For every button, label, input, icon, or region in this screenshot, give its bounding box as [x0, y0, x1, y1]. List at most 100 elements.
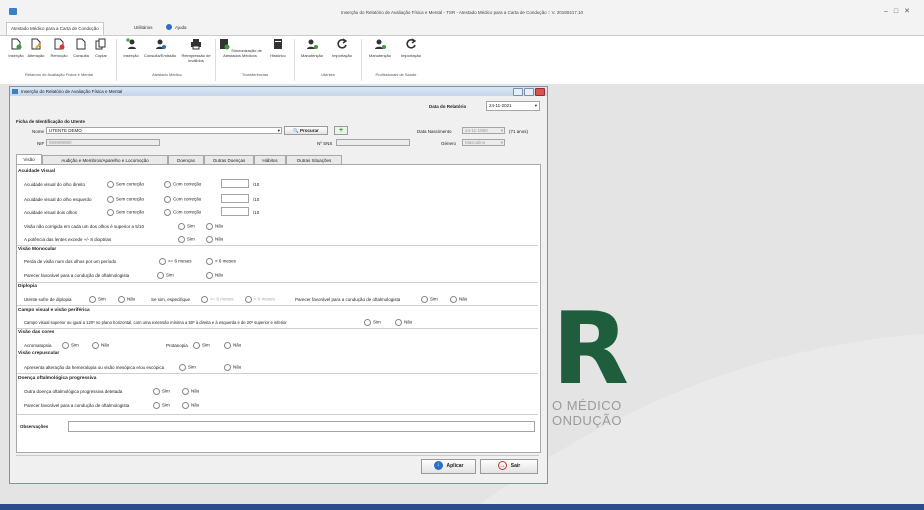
tab-visao[interactable]: Visão: [16, 154, 42, 164]
diplopia-sim-radio[interactable]: Sim: [89, 296, 106, 303]
observacoes-field[interactable]: [68, 421, 535, 432]
diplopia-parecer-sim-radio[interactable]: Sim: [421, 296, 438, 303]
progressiva-sim-radio[interactable]: Sim: [153, 388, 170, 395]
minimize-icon[interactable]: –: [884, 8, 894, 15]
data-relatorio-field[interactable]: 24-11-2021 ▾: [486, 101, 540, 111]
diplopia-nao-radio[interactable]: Não: [118, 296, 135, 303]
history-server-icon: [274, 39, 282, 49]
direito-com-correcao-radio[interactable]: Com correção: [164, 181, 201, 188]
close-icon[interactable]: ✕: [904, 8, 916, 15]
import-arrow-icon: [406, 38, 417, 49]
section-divider: [17, 282, 538, 283]
progressiva-parecer-nao-radio[interactable]: Não: [182, 402, 199, 409]
ribbon-tab-utilitarios[interactable]: Utilitários: [134, 25, 153, 30]
section-divider: [17, 245, 538, 246]
nome-dropdown-icon[interactable]: ▾: [278, 128, 280, 134]
sair-button[interactable]: → Sair: [480, 459, 538, 474]
observacoes-label: Observações: [20, 424, 49, 429]
aplicar-button[interactable]: ↓ Aplicar: [421, 459, 476, 474]
progressiva-parecer-sim-radio[interactable]: Sim: [153, 402, 170, 409]
acuidade-direito-label: Acuidade visual do olho direito: [24, 182, 86, 187]
monocular-parecer-sim-radio[interactable]: Sim: [157, 272, 174, 279]
manutencao-profissionais-button[interactable]: Manutenção: [366, 38, 394, 58]
unit-label: /10: [253, 182, 260, 187]
group-label-utentes: Utentes: [321, 72, 335, 77]
tab-outras-situacoes[interactable]: Outras Situações: [286, 155, 342, 164]
copiar-button[interactable]: Copiar: [93, 38, 109, 58]
consulta-emissao-button[interactable]: Consulta/Emissão: [142, 38, 178, 58]
dois-sem-correcao-radio[interactable]: Sem correção: [107, 209, 144, 216]
campo-nao-radio[interactable]: Não: [395, 319, 412, 326]
monocular-parecer-nao-radio[interactable]: Não: [206, 272, 223, 279]
ribbon-tab-atestado[interactable]: Atestado Médico para a Carta de Condução: [6, 22, 104, 35]
diplopia-6-menos-radio[interactable]: < 6 meses: [245, 296, 275, 303]
perda-6-menos-radio[interactable]: < 6 meses: [206, 258, 236, 265]
professional-maintenance-icon: [375, 39, 386, 49]
potencia-lentes-nao-radio[interactable]: Não: [206, 236, 223, 243]
monocular-section-title: Visão Monocular: [18, 247, 57, 252]
radio-icon: [159, 258, 166, 265]
tab-outras-doencas[interactable]: Outras Doenças: [204, 155, 254, 164]
tab-doencas[interactable]: Doenças: [168, 155, 204, 164]
importacao-profissionais-button[interactable]: Importação: [397, 38, 425, 58]
acromatopsia-nao-radio[interactable]: Não: [92, 342, 109, 349]
diplopia-parecer-nao-radio[interactable]: Não: [450, 296, 467, 303]
alteracao-button[interactable]: Alteração: [26, 38, 46, 58]
acromatopsia-sim-radio[interactable]: Sim: [62, 342, 79, 349]
acuidade-esquerdo-input[interactable]: [221, 194, 249, 203]
esquerdo-com-correcao-radio[interactable]: Com correção: [164, 196, 201, 203]
group-label-relatorio: Relatório de Avaliação Física e Mental: [25, 72, 93, 77]
acuidade-dois-input[interactable]: [221, 207, 249, 216]
remocao-button[interactable]: Remoção: [49, 38, 69, 58]
progressiva-nao-radio[interactable]: Não: [182, 388, 199, 395]
manutencao-utentes-button[interactable]: Manutenção: [298, 38, 326, 58]
perda-6-mais-radio[interactable]: >= 6 meses: [159, 258, 192, 265]
tab-audicao[interactable]: Audição e Membros/Aparelho e Locomoção: [42, 155, 168, 164]
potencia-lentes-sim-radio[interactable]: Sim: [178, 236, 195, 243]
insercao-atestado-button[interactable]: Inserção: [122, 38, 140, 58]
reimpressao-button[interactable]: Reimpressão de inválidos: [181, 38, 211, 63]
procurar-button[interactable]: 🔍 Procurar: [284, 126, 328, 135]
diplopia-6-mais-radio[interactable]: >= 6 meses: [201, 296, 234, 303]
radio-icon: [182, 388, 189, 395]
crepuscular-nao-radio[interactable]: Não: [224, 364, 241, 371]
esquerdo-sem-correcao-radio[interactable]: Sem correção: [107, 196, 144, 203]
diplopia-section-title: Diplopia: [18, 284, 37, 289]
consulta-button[interactable]: Consulta: [71, 38, 91, 58]
perda-visao-label: Perda de visão num dos olhos por um perí…: [24, 259, 117, 264]
visao-nao-corrigida-nao-radio[interactable]: Não: [206, 223, 223, 230]
radio-icon: [206, 258, 213, 265]
add-utente-button[interactable]: +: [334, 126, 348, 135]
acuidade-direito-input[interactable]: [221, 179, 249, 188]
direito-sem-correcao-radio[interactable]: Sem correção: [107, 181, 144, 188]
radio-icon: [153, 402, 160, 409]
ribbon-tab-ajuda[interactable]: Ajuda: [175, 25, 187, 30]
protanopia-label: Protanopia: [166, 343, 188, 348]
edit-document-icon: [31, 38, 41, 50]
visao-nao-corrigida-label: Visão não corrigida em cada um dos olhos…: [24, 224, 144, 229]
insercao-relatorio-button[interactable]: Inserção: [8, 38, 24, 58]
campo-sim-radio[interactable]: Sim: [364, 319, 381, 326]
dialog-maximize-button[interactable]: [524, 88, 534, 96]
ribbon-separator: [361, 39, 362, 81]
nome-field[interactable]: UTENTE DEMO ▾: [46, 127, 282, 134]
cores-section-title: Visão das cores: [18, 330, 55, 335]
plus-icon: +: [338, 127, 344, 134]
dois-com-correcao-radio[interactable]: Com correção: [164, 209, 201, 216]
sincronizacao-button[interactable]: Sincronização de Atestados Médicos: [218, 38, 262, 58]
visao-nao-corrigida-sim-radio[interactable]: Sim: [178, 223, 195, 230]
protanopia-sim-radio[interactable]: Sim: [193, 342, 210, 349]
printer-icon: [191, 39, 201, 50]
radio-icon: [178, 223, 185, 230]
dialog-minimize-button[interactable]: [513, 88, 523, 96]
maximize-icon[interactable]: □: [894, 8, 904, 15]
protanopia-nao-radio[interactable]: Não: [224, 342, 241, 349]
calendar-dropdown-icon[interactable]: ▾: [535, 102, 537, 110]
add-doctor-icon: [126, 38, 136, 49]
crepuscular-section-title: Visão crepuscular: [18, 351, 60, 356]
dialog-close-button[interactable]: [535, 88, 545, 96]
tab-habitos[interactable]: Hábitos: [254, 155, 286, 164]
crepuscular-sim-radio[interactable]: Sim: [179, 364, 196, 371]
importacao-utentes-button[interactable]: Importação: [328, 38, 356, 58]
historico-button[interactable]: Histórico: [266, 38, 290, 58]
